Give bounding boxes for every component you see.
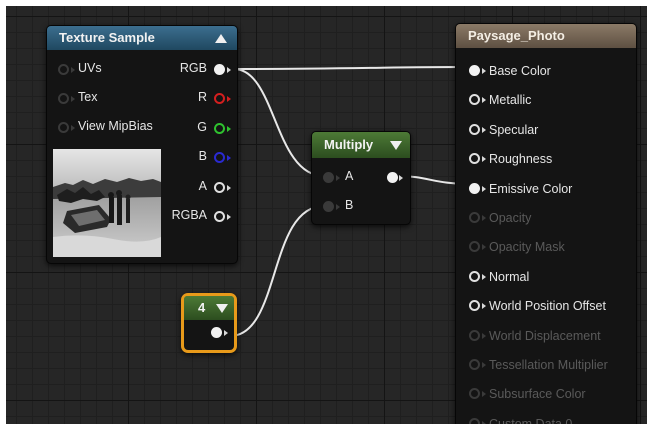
- pin-arrow-icon: [227, 96, 231, 102]
- material-input-pin[interactable]: [469, 300, 480, 311]
- pin-arrow-icon: [482, 215, 486, 221]
- a-output-pin[interactable]: [214, 182, 225, 193]
- texture-preview-thumbnail: [53, 149, 161, 257]
- a-output-label: A: [198, 179, 207, 193]
- tex-input-label: Tex: [78, 90, 98, 104]
- texture-sample-title: Texture Sample: [59, 30, 155, 45]
- pin-arrow-icon: [227, 67, 231, 73]
- material-input-pin[interactable]: [469, 359, 480, 370]
- pin-arrow-icon: [482, 156, 486, 162]
- wire-rgb-to-base-color[interactable]: [233, 66, 469, 70]
- multiply-output-pin[interactable]: [387, 172, 398, 183]
- material-input-pin[interactable]: [469, 94, 480, 105]
- view-mipbias-input-label: View MipBias: [78, 119, 153, 133]
- constant-node[interactable]: 4: [181, 293, 237, 353]
- material-input-pin[interactable]: [469, 241, 480, 252]
- pin-arrow-icon: [482, 303, 486, 309]
- collapse-arrow-icon[interactable]: [390, 141, 402, 150]
- material-input-label: Subsurface Color: [489, 387, 586, 401]
- collapse-arrow-icon[interactable]: [216, 304, 228, 313]
- uvs-input-label: UVs: [78, 61, 102, 75]
- b-output-label: B: [198, 149, 207, 163]
- rgb-output-label: RGB: [179, 61, 207, 75]
- pin-arrow-icon: [71, 125, 75, 131]
- uvs-input-pin[interactable]: [58, 64, 69, 75]
- material-input-pin[interactable]: [469, 271, 480, 282]
- pin-arrow-icon: [227, 185, 231, 191]
- pin-arrow-icon: [482, 391, 486, 397]
- material-input-label: Metallic: [489, 93, 532, 107]
- pin-arrow-icon: [482, 362, 486, 368]
- material-result-node[interactable]: Paysage_Photo Base Color Metallic Specular…: [455, 23, 637, 424]
- material-input-label: Opacity Mask: [489, 240, 565, 254]
- constant-output-pin[interactable]: [211, 327, 222, 338]
- pin-arrow-icon: [227, 126, 231, 132]
- material-input-pin[interactable]: [469, 65, 480, 76]
- g-output-pin[interactable]: [214, 123, 225, 134]
- pin-arrow-icon: [71, 67, 75, 73]
- pin-arrow-icon: [227, 214, 231, 220]
- texture-sample-header[interactable]: Texture Sample: [47, 26, 237, 50]
- pin-arrow-icon: [482, 97, 486, 103]
- pin-arrow-icon: [482, 244, 486, 250]
- material-title: Paysage_Photo: [468, 28, 565, 43]
- material-header[interactable]: Paysage_Photo: [456, 24, 636, 48]
- material-input-label: Specular: [489, 123, 539, 137]
- material-input-pin[interactable]: [469, 183, 480, 194]
- pin-arrow-icon: [482, 333, 486, 339]
- pin-arrow-icon: [482, 186, 486, 192]
- pin-arrow-icon: [224, 330, 228, 336]
- multiply-node[interactable]: Multiply A B: [311, 131, 411, 225]
- multiply-b-input-pin[interactable]: [323, 201, 334, 212]
- material-input-pin[interactable]: [469, 330, 480, 341]
- multiply-a-label: A: [345, 169, 354, 183]
- material-input-pin[interactable]: [469, 418, 480, 424]
- pin-arrow-icon: [482, 68, 486, 74]
- texture-sample-node[interactable]: Texture Sample UVs Tex View MipBias RGB …: [46, 25, 238, 264]
- pin-arrow-icon: [482, 274, 486, 280]
- pin-arrow-icon: [336, 175, 340, 181]
- material-input-label: Custom Data 0: [489, 417, 573, 424]
- material-input-pin[interactable]: [469, 124, 480, 135]
- material-input-label: Base Color: [489, 64, 551, 78]
- multiply-header[interactable]: Multiply: [312, 132, 410, 158]
- pin-arrow-icon: [482, 127, 486, 133]
- pin-arrow-icon: [399, 175, 403, 181]
- constant-header[interactable]: 4: [184, 296, 234, 320]
- pin-arrow-icon: [71, 96, 75, 102]
- tex-input-pin[interactable]: [58, 93, 69, 104]
- material-input-label: Normal: [489, 270, 530, 284]
- pin-arrow-icon: [227, 155, 231, 161]
- material-input-label: Roughness: [489, 152, 553, 166]
- material-input-label: Emissive Color: [489, 182, 573, 196]
- multiply-b-label: B: [345, 198, 354, 212]
- view-mipbias-input-pin[interactable]: [58, 122, 69, 133]
- constant-value: 4: [198, 300, 206, 315]
- multiply-title: Multiply: [324, 137, 374, 152]
- material-input-pin[interactable]: [469, 153, 480, 164]
- multiply-a-input-pin[interactable]: [323, 172, 334, 183]
- r-output-label: R: [197, 90, 207, 104]
- wire-constant-to-multiply-b[interactable]: [229, 205, 325, 337]
- b-output-pin[interactable]: [214, 152, 225, 163]
- g-output-label: G: [197, 120, 207, 134]
- material-input-pin[interactable]: [469, 212, 480, 223]
- material-input-label: World Position Offset: [489, 299, 606, 313]
- r-output-pin[interactable]: [214, 93, 225, 104]
- rgb-output-pin[interactable]: [214, 64, 225, 75]
- material-input-label: Tessellation Multiplier: [489, 358, 608, 372]
- pin-arrow-icon: [482, 421, 486, 424]
- material-input-pin[interactable]: [469, 388, 480, 399]
- rgba-output-pin[interactable]: [214, 211, 225, 222]
- material-input-label: World Displacement: [489, 329, 601, 343]
- collapse-arrow-icon[interactable]: [215, 34, 227, 43]
- material-graph-canvas[interactable]: Texture Sample UVs Tex View MipBias RGB …: [6, 6, 647, 424]
- rgba-output-label: RGBA: [171, 208, 207, 222]
- pin-arrow-icon: [336, 204, 340, 210]
- material-input-label: Opacity: [489, 211, 532, 225]
